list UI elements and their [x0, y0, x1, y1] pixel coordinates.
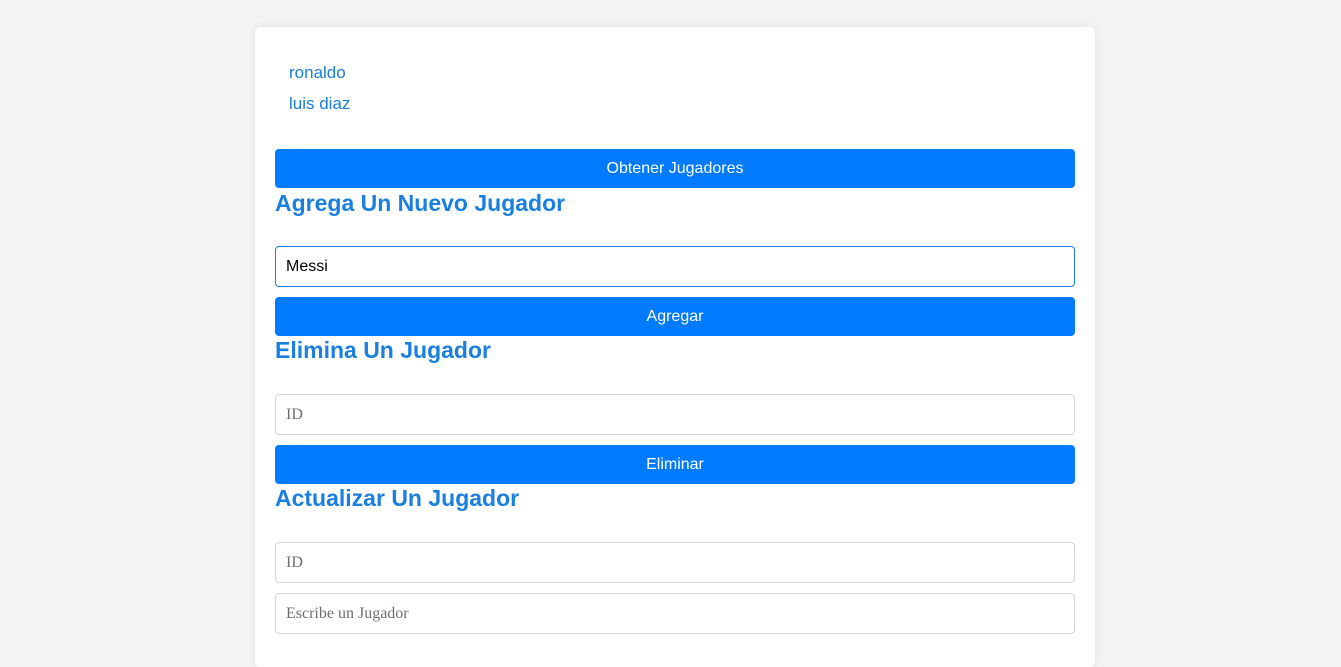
delete-player-button[interactable]: Eliminar — [275, 445, 1075, 484]
add-player-button[interactable]: Agregar — [275, 297, 1075, 336]
main-card: ronaldo luis diaz Obtener Jugadores Agre… — [255, 27, 1095, 667]
update-player-heading: Actualizar Un Jugador — [275, 485, 520, 511]
add-player-heading: Agrega Un Nuevo Jugador — [275, 190, 566, 216]
update-name-input[interactable] — [275, 593, 1075, 634]
update-id-input[interactable] — [275, 542, 1075, 583]
add-player-input[interactable] — [275, 246, 1075, 287]
delete-id-input[interactable] — [275, 394, 1075, 435]
get-players-button[interactable]: Obtener Jugadores — [275, 149, 1075, 188]
player-list-item: luis diaz — [289, 94, 351, 113]
delete-player-heading: Elimina Un Jugador — [275, 337, 491, 363]
player-list-item: ronaldo — [289, 63, 346, 82]
player-list: ronaldo luis diaz — [289, 63, 350, 125]
